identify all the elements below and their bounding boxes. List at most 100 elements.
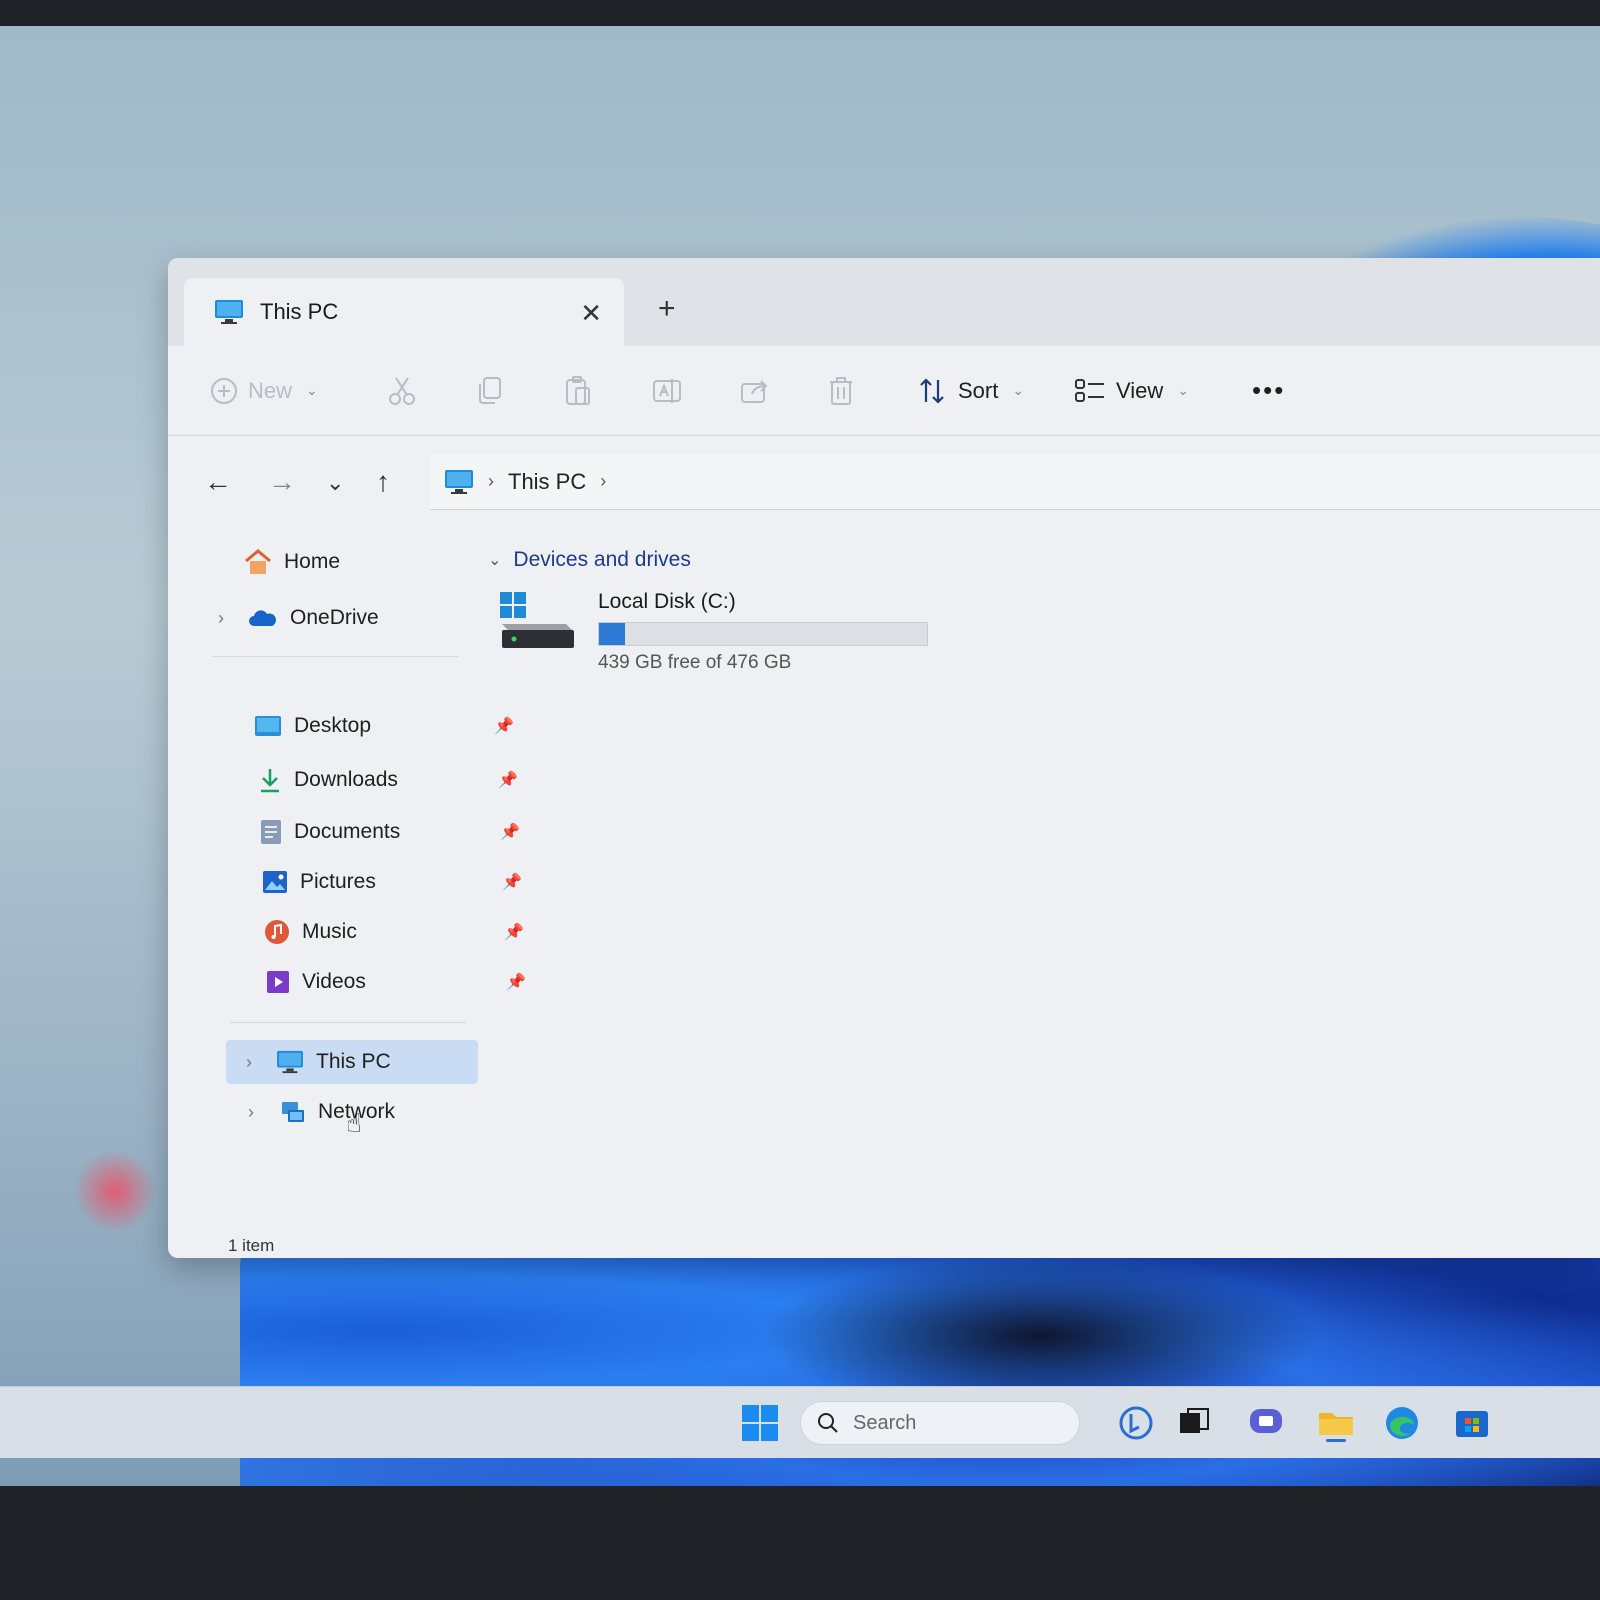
pictures-icon (263, 871, 287, 893)
command-bar: New ⌄ Sort ⌄ View ⌄ ••• (168, 346, 1600, 436)
taskbar-search[interactable]: Search (800, 1401, 1080, 1445)
videos-icon (267, 971, 289, 993)
rename-button[interactable] (652, 376, 682, 406)
chevron-down-icon[interactable]: ⌄ (488, 550, 501, 570)
search-icon (818, 1413, 838, 1433)
sidebar-item-label: Pictures (300, 870, 376, 893)
trash-icon (830, 376, 852, 405)
taskbar: Search (0, 1386, 1600, 1458)
chevron-down-icon: ⌄ (1177, 382, 1190, 398)
task-view-icon (1180, 1408, 1209, 1433)
address-bar[interactable]: › This PC › (430, 454, 1600, 510)
plus-circle-icon (211, 377, 237, 404)
cut-button[interactable] (388, 376, 416, 406)
more-options-button[interactable]: ••• (1252, 375, 1285, 406)
share-icon (741, 379, 768, 403)
tab-this-pc[interactable]: This PC ✕ (184, 278, 624, 346)
sidebar-item-label: Desktop (294, 714, 372, 737)
navigation-pane: Home › OneDrive Desktop 📌 Downloads 📌 Do… (168, 528, 526, 1218)
sidebar-item-label: This PC (316, 1050, 391, 1073)
sidebar-item-label: Home (284, 550, 341, 573)
network-icon (282, 1102, 304, 1122)
chevron-right-icon[interactable]: › (248, 1102, 254, 1123)
store-button[interactable] (1452, 1403, 1492, 1443)
view-icon (1075, 378, 1104, 402)
delete-button[interactable] (828, 376, 854, 406)
navigation-row: ← → ⌄ ↑ › This PC › (168, 438, 1600, 528)
sidebar-item-this-pc[interactable]: › This PC (226, 1040, 478, 1084)
sidebar-divider (212, 656, 458, 657)
screen-glare (70, 1146, 160, 1236)
sidebar-item-label: Downloads (294, 768, 398, 791)
bing-chat-button[interactable] (1116, 1403, 1156, 1443)
drive-free-space: 439 GB free of 476 GB (598, 652, 792, 673)
this-pc-icon (445, 469, 473, 494)
sidebar-item-label: Videos (302, 970, 366, 993)
chevron-right-icon[interactable]: › (600, 471, 606, 492)
sidebar-item-label: OneDrive (290, 606, 379, 629)
sort-label: Sort (958, 377, 999, 403)
paste-icon (566, 375, 590, 405)
bing-icon (1119, 1406, 1153, 1440)
share-button[interactable] (740, 376, 770, 406)
store-icon (1456, 1411, 1488, 1437)
copy-icon (479, 376, 501, 404)
sidebar-item-home[interactable]: Home (244, 540, 514, 584)
chevron-right-icon[interactable]: › (488, 471, 494, 492)
drive-usage-fill (599, 623, 625, 645)
sidebar-item-label: Documents (294, 820, 401, 843)
forward-arrow-icon[interactable]: → (268, 466, 296, 498)
copy-button[interactable] (476, 376, 504, 406)
up-arrow-icon[interactable]: ↑ (376, 466, 390, 498)
file-explorer-window: This PC ✕ + New ⌄ Sort ⌄ View ⌄ ••• ← → … (168, 258, 1600, 1258)
desktop-folder-icon (255, 716, 281, 736)
documents-icon (261, 820, 281, 844)
file-explorer-taskbar-button[interactable] (1316, 1403, 1356, 1443)
content-pane: ⌄ Devices and drives Local Disk (C:) 439… (478, 528, 1600, 1218)
close-tab-button[interactable]: ✕ (580, 298, 602, 329)
tab-bar: This PC ✕ + (168, 258, 1600, 346)
sidebar-item-label: Music (302, 920, 357, 943)
view-label: View (1116, 377, 1164, 403)
drive-name: Local Disk (C:) (598, 590, 736, 613)
edge-button[interactable] (1382, 1403, 1422, 1443)
desktop-background: This PC ✕ + New ⌄ Sort ⌄ View ⌄ ••• ← → … (0, 26, 1600, 1486)
hand-cursor-icon: ☝ (346, 1108, 362, 1138)
chevron-right-icon[interactable]: › (218, 608, 224, 629)
scissors-icon (389, 376, 415, 405)
new-label: New (248, 377, 293, 403)
drive-usage-bar (598, 622, 928, 646)
windows-logo-icon (742, 1405, 778, 1441)
folder-icon (1319, 1413, 1353, 1442)
chevron-right-icon[interactable]: › (246, 1052, 252, 1073)
paste-button[interactable] (564, 375, 592, 406)
new-tab-button[interactable]: + (658, 292, 676, 326)
recent-locations-chevron-icon[interactable]: ⌄ (326, 470, 344, 496)
this-pc-icon (215, 300, 243, 324)
breadcrumb-this-pc[interactable]: This PC (508, 469, 586, 495)
status-item-count: 1 item (228, 1236, 275, 1255)
task-view-button[interactable] (1174, 1403, 1214, 1443)
rename-icon (653, 378, 681, 403)
chevron-down-icon: ⌄ (1012, 382, 1025, 398)
new-button[interactable]: New ⌄ (210, 377, 318, 405)
edge-icon (1386, 1407, 1418, 1439)
back-arrow-icon[interactable]: ← (204, 466, 232, 498)
local-disk-icon (500, 592, 574, 648)
chat-icon (1250, 1409, 1282, 1433)
home-icon (245, 549, 271, 574)
chevron-down-icon: ⌄ (306, 382, 318, 398)
music-icon (265, 920, 289, 944)
sidebar-divider (230, 1022, 466, 1023)
view-button[interactable]: View ⌄ (1074, 377, 1189, 405)
group-title: Devices and drives (513, 548, 691, 571)
devices-and-drives-header[interactable]: ⌄ Devices and drives (488, 548, 691, 572)
sort-button[interactable]: Sort ⌄ (918, 376, 1024, 406)
tab-title: This PC (260, 299, 339, 324)
sort-icon (920, 377, 944, 404)
onedrive-icon (249, 610, 276, 626)
drive-tile-local-disk-c[interactable]: Local Disk (C:) 439 GB free of 476 GB (498, 590, 958, 680)
search-placeholder: Search (853, 1411, 917, 1434)
teams-chat-button[interactable] (1246, 1403, 1286, 1443)
start-button[interactable] (740, 1403, 780, 1443)
